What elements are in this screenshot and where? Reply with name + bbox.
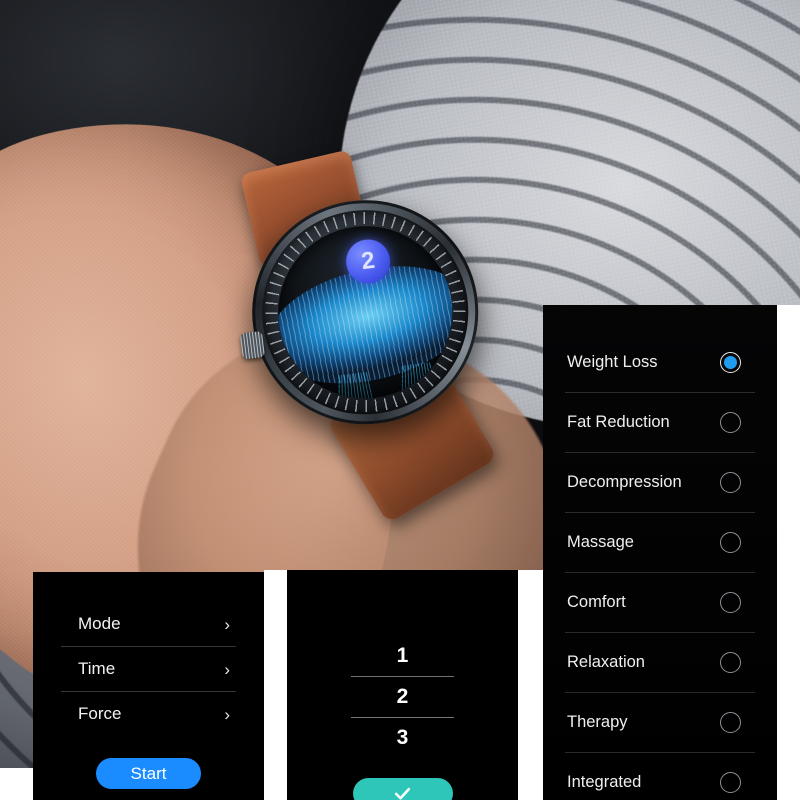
mode-option-relaxation[interactable]: Relaxation — [543, 633, 777, 692]
watch-crown[interactable] — [239, 330, 265, 360]
chevron-right-icon: › — [224, 614, 230, 634]
radio-button[interactable] — [720, 652, 741, 673]
mode-option-label: Comfort — [567, 593, 626, 611]
level-list: 1 2 3 — [287, 570, 518, 800]
chevron-right-icon: › — [224, 659, 230, 679]
settings-row-mode[interactable]: Mode › — [33, 602, 264, 646]
panel-gap-bottom-left — [0, 768, 33, 800]
level-panel: 1 2 3 — [287, 570, 518, 800]
mode-option-weight-loss[interactable]: Weight Loss — [543, 333, 777, 392]
settings-panel: Mode › Time › Force › Start — [33, 572, 264, 800]
mode-list-panel: Weight Loss Fat Reduction Decompression … — [543, 305, 777, 800]
level-option-3[interactable]: 3 — [287, 718, 518, 758]
mode-option-label: Relaxation — [567, 653, 645, 671]
chevron-right-icon: › — [224, 704, 230, 724]
settings-row-label: Mode — [78, 614, 121, 633]
mode-option-label: Therapy — [567, 713, 628, 731]
level-option-1[interactable]: 1 — [287, 636, 518, 676]
mode-option-decompression[interactable]: Decompression — [543, 453, 777, 512]
radio-button[interactable] — [720, 712, 741, 733]
mode-option-comfort[interactable]: Comfort — [543, 573, 777, 632]
settings-row-time[interactable]: Time › — [33, 647, 264, 691]
panel-gap-right — [777, 305, 800, 800]
confirm-button-container — [287, 778, 518, 800]
radio-button[interactable] — [720, 472, 741, 493]
radio-button[interactable] — [720, 772, 741, 793]
settings-row-force[interactable]: Force › — [33, 692, 264, 736]
confirm-button[interactable] — [352, 778, 453, 800]
radio-button-selected[interactable] — [720, 352, 741, 373]
smartwatch: 2 — [219, 149, 514, 524]
start-button-container: Start — [33, 758, 264, 789]
panel-gap-middle — [518, 570, 543, 800]
mode-option-therapy[interactable]: Therapy — [543, 693, 777, 752]
check-icon — [394, 787, 411, 800]
mode-option-label: Decompression — [567, 473, 682, 491]
mode-option-label: Massage — [567, 533, 634, 551]
radio-button[interactable] — [720, 412, 741, 433]
mode-option-integrated[interactable]: Integrated — [543, 753, 777, 800]
screenshot-stage: 2 Mode › Time › Force › Start 1 2 3 Weig… — [0, 0, 800, 800]
panel-gap-left — [264, 570, 287, 800]
settings-row-label: Time — [78, 659, 116, 678]
radio-button[interactable] — [720, 532, 741, 553]
mode-option-label: Weight Loss — [567, 353, 658, 371]
level-option-2-selected[interactable]: 2 — [287, 677, 518, 717]
mode-option-label: Integrated — [567, 773, 642, 791]
settings-row-label: Force — [78, 704, 122, 723]
mode-option-massage[interactable]: Massage — [543, 513, 777, 572]
mode-option-label: Fat Reduction — [567, 413, 670, 431]
start-button[interactable]: Start — [96, 758, 201, 789]
radio-button[interactable] — [720, 592, 741, 613]
mode-option-fat-reduction[interactable]: Fat Reduction — [543, 393, 777, 452]
